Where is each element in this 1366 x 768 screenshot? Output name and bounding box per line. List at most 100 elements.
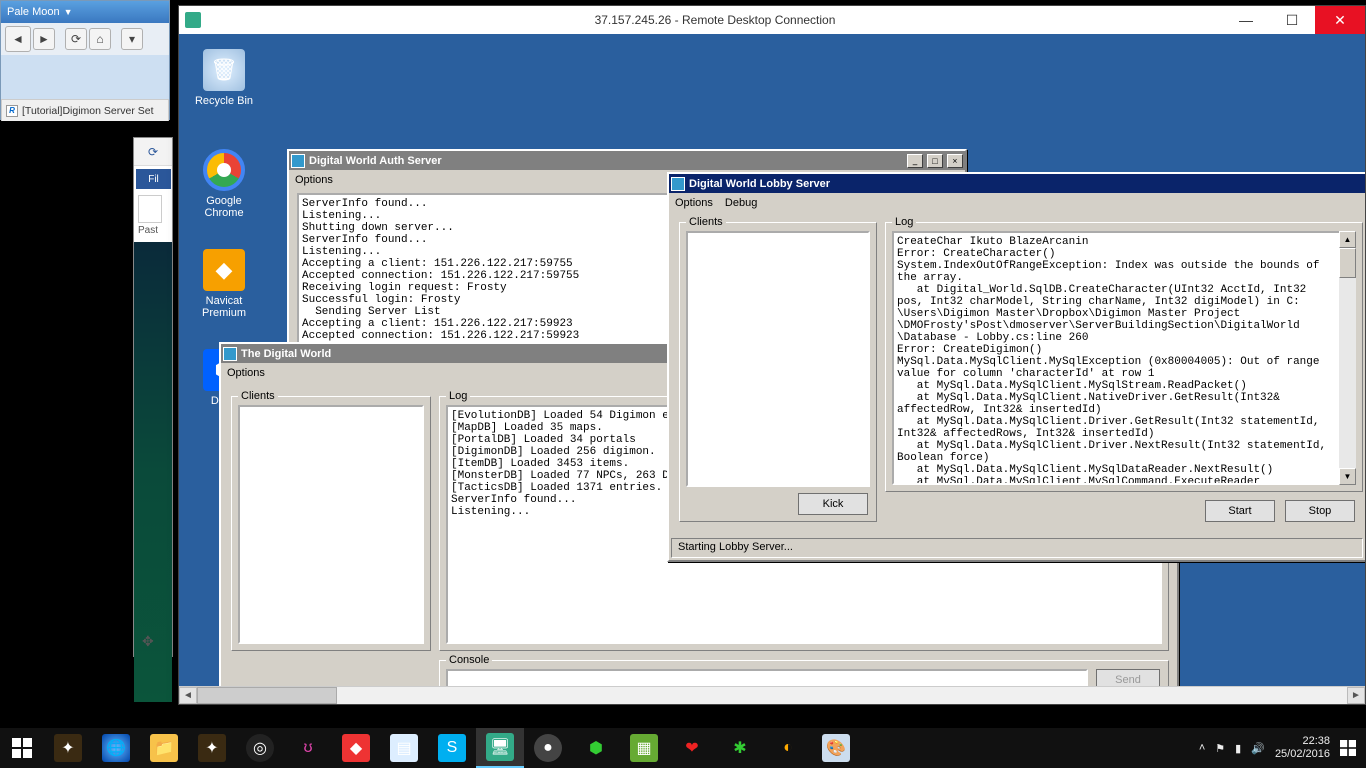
tray-chevron-icon[interactable]: ˄	[1199, 742, 1205, 754]
rdp-window: 37.157.245.26 - Remote Desktop Connectio…	[178, 5, 1366, 705]
window-title: Digital World Lobby Server	[689, 178, 830, 190]
tray-volume-icon[interactable]: 🔊	[1251, 742, 1265, 755]
maximize-button[interactable]: □	[927, 154, 943, 168]
scroll-thumb[interactable]	[197, 687, 337, 704]
favicon: R	[6, 105, 18, 117]
taskbar-app[interactable]: ▤	[380, 728, 428, 768]
window-title: The Digital World	[241, 348, 331, 360]
lobby-titlebar[interactable]: Digital World Lobby Server	[669, 174, 1365, 193]
close-button[interactable]: ✕	[1315, 6, 1365, 34]
kick-button[interactable]: Kick	[798, 493, 868, 515]
clock-date: 25/02/2016	[1275, 748, 1330, 761]
office-window-peek: ⟳ Fil Past ✥	[133, 137, 173, 657]
stop-button[interactable]: Stop	[1285, 500, 1355, 522]
icon-label: Navicat Premium	[202, 295, 246, 319]
chevron-down-icon: ▼	[64, 7, 73, 17]
log-scrollbar[interactable]: ▲ ▼	[1339, 231, 1356, 485]
recycle-bin-icon: 🗑	[203, 49, 245, 91]
clients-list[interactable]	[686, 231, 870, 487]
palemoon-window: Pale Moon ▼ ◄ ► ⟳ ⌂ ▾ R [Tutorial]Digimo…	[0, 0, 170, 120]
file-tab[interactable]: Fil	[136, 169, 171, 189]
menu-debug[interactable]: Debug	[725, 197, 757, 209]
palemoon-titlebar[interactable]: Pale Moon ▼	[1, 1, 169, 23]
rdp-titlebar[interactable]: 37.157.245.26 - Remote Desktop Connectio…	[179, 6, 1365, 34]
rdp-title: 37.157.245.26 - Remote Desktop Connectio…	[207, 13, 1223, 27]
desktop-icon-chrome[interactable]: Google Chrome	[189, 149, 259, 219]
scroll-right-button[interactable]: ►	[1347, 687, 1365, 704]
windows-logo-icon[interactable]	[1340, 740, 1356, 756]
taskbar-minecraft[interactable]: ▦	[620, 728, 668, 768]
tab-title: [Tutorial]Digimon Server Set	[22, 105, 154, 117]
rdp-horizontal-scrollbar[interactable]: ◄ ►	[179, 686, 1365, 704]
window-title: Digital World Auth Server	[309, 155, 442, 167]
send-button[interactable]: Send	[1096, 669, 1160, 686]
clients-list[interactable]	[238, 405, 424, 644]
icon-label: Google Chrome	[204, 195, 243, 219]
tray-flag-icon[interactable]: ⚑	[1215, 742, 1225, 755]
windows-logo-icon	[12, 738, 32, 758]
scroll-track[interactable]	[337, 687, 1347, 704]
clients-group	[231, 396, 431, 651]
clock-time: 22:38	[1275, 735, 1330, 748]
taskbar-app[interactable]: 🌐	[92, 728, 140, 768]
taskbar-app[interactable]: ●	[524, 728, 572, 768]
browser-tab[interactable]: R [Tutorial]Digimon Server Set	[1, 99, 169, 121]
auth-titlebar[interactable]: Digital World Auth Server _ □ ×	[289, 151, 965, 170]
taskbar-app[interactable]: ❤	[668, 728, 716, 768]
paste-label: Past	[138, 225, 158, 236]
app-icon	[223, 347, 237, 361]
taskbar: ✦ 🌐 📁 ✦ ◎ ʊ ◆ ▤ S 🖥 ● ⬢ ▦ ❤ ✱ ◐ 🎨 ˄ ⚑ ▮ …	[0, 728, 1366, 768]
taskbar-app[interactable]: ⬢	[572, 728, 620, 768]
maximize-button[interactable]: ☐	[1269, 6, 1315, 34]
system-tray[interactable]: ˄ ⚑ ▮ 🔊 22:38 25/02/2016	[1189, 735, 1366, 761]
clock[interactable]: 22:38 25/02/2016	[1275, 735, 1330, 761]
menu-options[interactable]: Options	[227, 367, 265, 379]
scroll-left-button[interactable]: ◄	[179, 687, 197, 704]
taskbar-rdp[interactable]: 🖥	[476, 728, 524, 768]
back-button[interactable]: ◄	[5, 26, 31, 52]
bookmarks-button[interactable]: ▾	[121, 28, 143, 50]
taskbar-skype[interactable]: S	[428, 728, 476, 768]
close-button[interactable]: ×	[947, 154, 963, 168]
tray-network-icon[interactable]: ▮	[1235, 742, 1241, 755]
icon-label: Recycle Bin	[195, 95, 253, 107]
taskbar-paint[interactable]: 🎨	[812, 728, 860, 768]
console-input[interactable]	[446, 669, 1088, 686]
desktop-icon-navicat[interactable]: ◆ Navicat Premium	[189, 249, 259, 319]
menubar: Options Debug	[669, 193, 1365, 213]
taskbar-app[interactable]: ◆	[332, 728, 380, 768]
app-icon	[291, 154, 305, 168]
move-cursor-icon: ✥	[142, 633, 154, 650]
minimize-button[interactable]: —	[1223, 6, 1269, 34]
console-group: Send	[439, 660, 1169, 686]
lobby-log[interactable]: CreateChar Ikuto BlazeArcanin Error: Cre…	[892, 231, 1356, 485]
menu-options[interactable]: Options	[675, 197, 713, 209]
reload-button[interactable]: ⟳	[65, 28, 87, 50]
lobby-server-window[interactable]: Digital World Lobby Server Options Debug…	[667, 172, 1365, 562]
scroll-up-button[interactable]: ▲	[1339, 231, 1356, 248]
palemoon-title: Pale Moon	[7, 6, 60, 18]
home-button[interactable]: ⌂	[89, 28, 111, 50]
remote-desktop[interactable]: 🗑 Recycle Bin Google Chrome ◆ Navicat Pr…	[179, 34, 1365, 686]
chrome-icon	[203, 149, 245, 191]
clients-group: Kick	[679, 222, 877, 522]
forward-button[interactable]: ►	[33, 28, 55, 50]
start-button[interactable]: Start	[1205, 500, 1275, 522]
desktop-icon-recycle-bin[interactable]: 🗑 Recycle Bin	[189, 49, 259, 107]
status-text: Starting Lobby Server...	[678, 541, 793, 553]
minimize-button[interactable]: _	[907, 154, 923, 168]
taskbar-app[interactable]: ✦	[188, 728, 236, 768]
menu-options[interactable]: Options	[295, 174, 333, 186]
taskbar-app[interactable]: ʊ	[284, 728, 332, 768]
taskbar-app[interactable]: ✱	[716, 728, 764, 768]
taskbar-app[interactable]: ✦	[44, 728, 92, 768]
scroll-down-button[interactable]: ▼	[1339, 468, 1356, 485]
paste-icon[interactable]	[138, 195, 162, 223]
taskbar-file-explorer[interactable]: 📁	[140, 728, 188, 768]
app-icon	[671, 177, 685, 191]
taskbar-app[interactable]: ◐	[764, 728, 812, 768]
scroll-thumb[interactable]	[1339, 248, 1356, 278]
taskbar-obs[interactable]: ◎	[236, 728, 284, 768]
palemoon-nav-toolbar: ◄ ► ⟳ ⌂ ▾	[1, 23, 169, 55]
start-button[interactable]	[0, 728, 44, 768]
